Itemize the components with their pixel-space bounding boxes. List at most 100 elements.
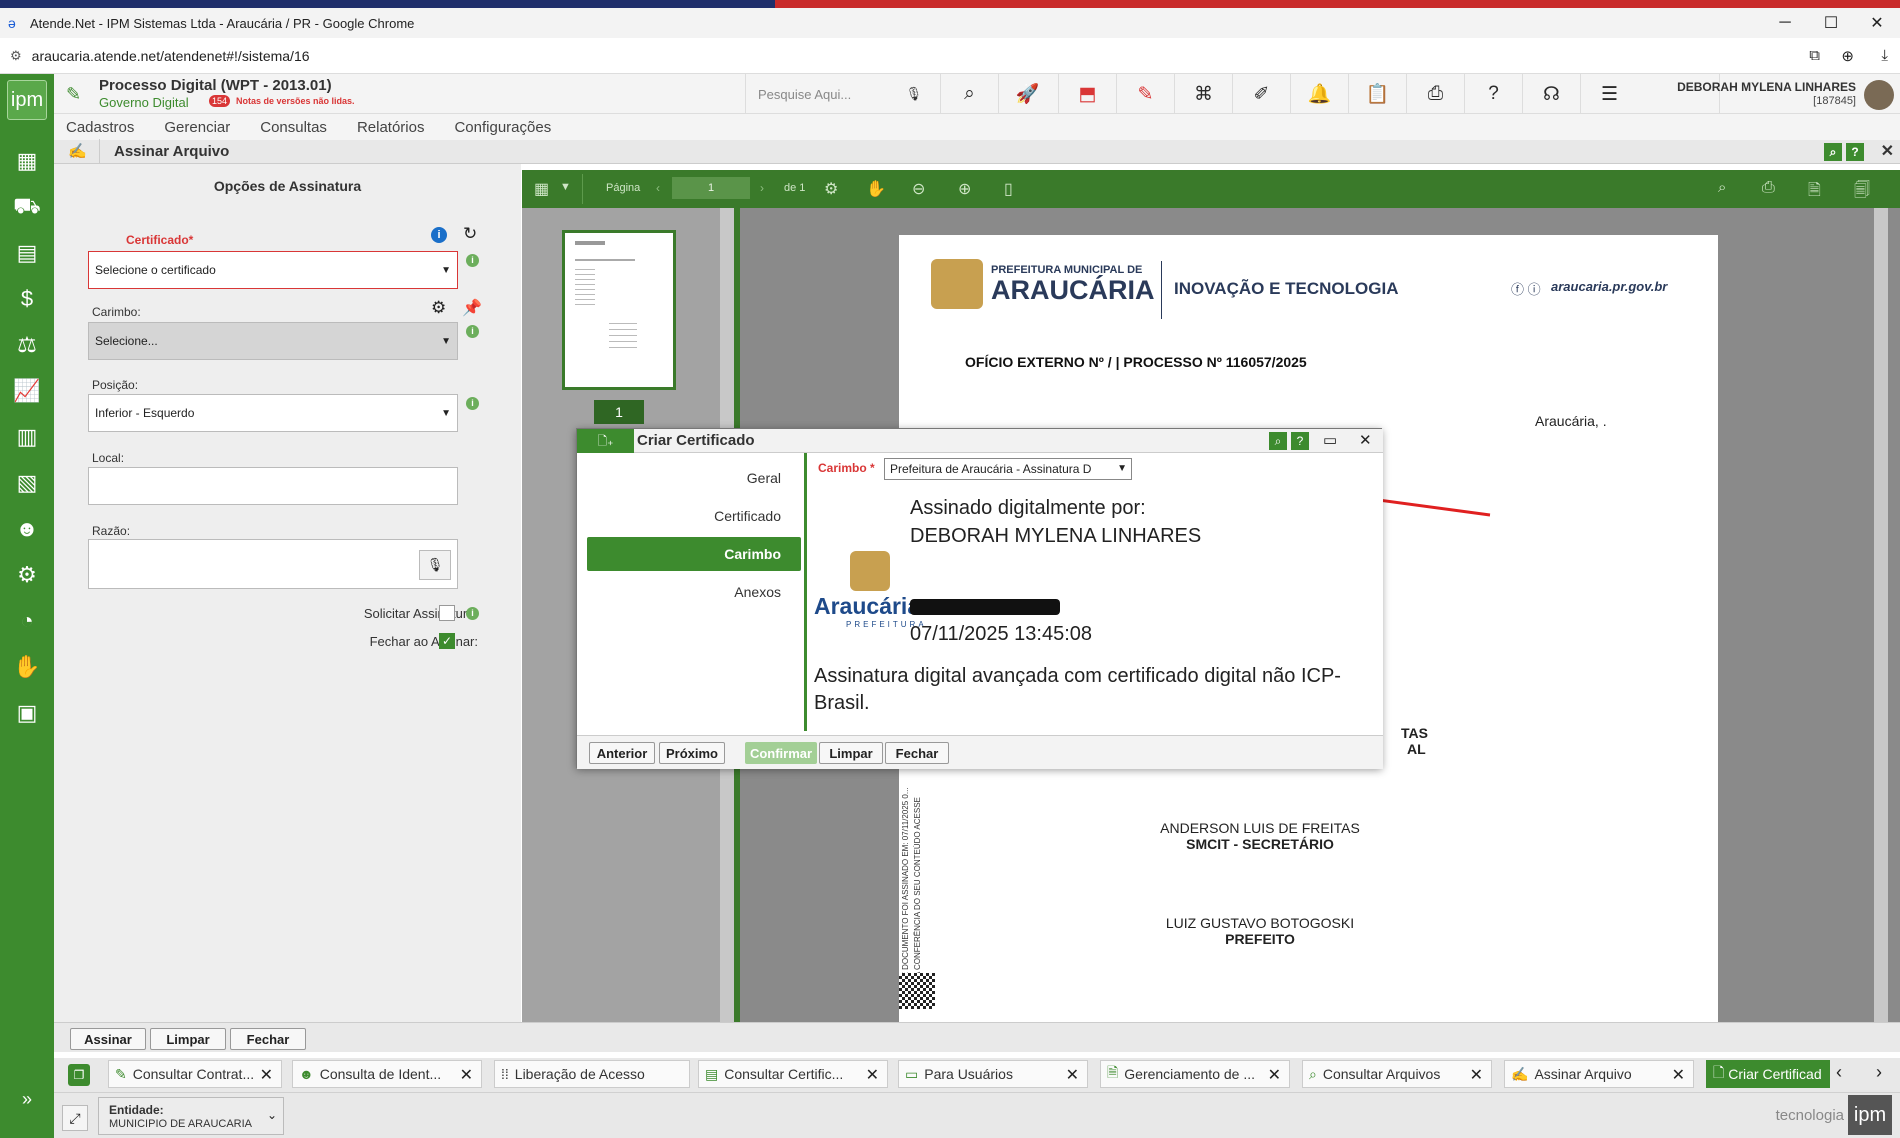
page-number-input[interactable]: 1: [672, 177, 750, 199]
fechar-bottom-button[interactable]: Fechar: [230, 1028, 306, 1050]
printer-icon[interactable]: ⎙: [1406, 74, 1464, 114]
fechar-button[interactable]: Fechar: [885, 742, 949, 764]
chart-icon[interactable]: 📈: [12, 376, 42, 406]
solicitar-checkbox[interactable]: [439, 605, 455, 621]
hand-icon[interactable]: ✋: [12, 652, 42, 682]
search-icon[interactable]: ⌕: [940, 74, 998, 114]
notes-badge[interactable]: 154: [209, 95, 231, 107]
tab-consultar-arquivos[interactable]: ⌕ Consultar Arquivos ✕: [1302, 1060, 1492, 1088]
menu-gerenciar[interactable]: Gerenciar: [164, 119, 230, 136]
zoom-in-icon[interactable]: ⊕: [958, 179, 971, 199]
dialog-search-icon[interactable]: ⌕: [1269, 432, 1287, 450]
page-thumbnail[interactable]: [562, 230, 676, 390]
pdf-sign-icon[interactable]: ✎: [1116, 74, 1174, 114]
local-input[interactable]: [88, 467, 458, 505]
anterior-button[interactable]: Anterior: [589, 742, 655, 764]
razao-mic-icon[interactable]: 🎙: [419, 550, 451, 580]
fullscreen-icon[interactable]: ⤢: [62, 1105, 88, 1131]
close-icon[interactable]: ✕: [1066, 1065, 1079, 1085]
install-app-icon[interactable]: ⧉: [1809, 47, 1820, 64]
help-icon[interactable]: ?: [1464, 74, 1522, 114]
certificado-info-icon[interactable]: i: [431, 227, 447, 243]
dialog-maximize-icon[interactable]: ▭: [1323, 431, 1337, 449]
headset-icon[interactable]: ☊: [1522, 74, 1580, 114]
nav-anexos[interactable]: Anexos: [587, 575, 801, 609]
nav-carimbo[interactable]: Carimbo: [587, 537, 801, 571]
clipboard-icon[interactable]: 📋: [1348, 74, 1406, 114]
page-help-icon[interactable]: ?: [1846, 143, 1864, 161]
close-icon[interactable]: ✕: [866, 1065, 879, 1085]
carimbo-gear-icon[interactable]: ⚙: [431, 298, 446, 318]
tabs-overview-icon[interactable]: ❐: [68, 1064, 90, 1086]
close-icon[interactable]: ✕: [260, 1065, 273, 1085]
maximize-button[interactable]: ☐: [1808, 8, 1854, 38]
posicao-select[interactable]: Inferior - Esquerdo ▼: [88, 394, 458, 432]
menu-consultas[interactable]: Consultas: [260, 119, 327, 136]
fit-page-icon[interactable]: ▯: [1004, 179, 1013, 199]
minimize-button[interactable]: ─: [1762, 8, 1808, 38]
solicitar-hint-icon[interactable]: i: [466, 607, 479, 620]
viewer-doc-search-icon[interactable]: 🗎: [1808, 179, 1821, 206]
viewer-search-icon[interactable]: ⌕: [1718, 179, 1726, 196]
table-calc-icon[interactable]: ▧: [12, 468, 42, 498]
close-icon[interactable]: ✕: [1672, 1065, 1685, 1085]
tab-para-usuarios[interactable]: ▭ Para Usuários ✕: [898, 1060, 1088, 1088]
calculator-icon[interactable]: ▦: [12, 146, 42, 176]
hand-tool-icon[interactable]: ✋: [866, 179, 886, 199]
tab-assinar-arquivo[interactable]: ✍ Assinar Arquivo ✕: [1504, 1060, 1694, 1088]
viewer-print-icon[interactable]: ⎙: [1762, 179, 1775, 197]
menu-configuracoes[interactable]: Configurações: [454, 119, 551, 136]
url-field[interactable]: araucaria.atende.net/atendenet#!/sistema…: [32, 48, 310, 64]
truck-icon[interactable]: ⛟: [12, 192, 42, 222]
zoom-out-icon[interactable]: ⊖: [912, 179, 925, 199]
close-window-button[interactable]: ✕: [1854, 8, 1900, 38]
zoom-icon[interactable]: ⊕: [1841, 47, 1854, 65]
hamburger-menu-icon[interactable]: ☰: [1580, 74, 1638, 114]
tab-consultar-contrat[interactable]: ✎ Consultar Contrat... ✕: [108, 1060, 282, 1088]
assinar-button[interactable]: Assinar: [70, 1028, 146, 1050]
pdf-add-icon[interactable]: ⬒: [1058, 74, 1116, 114]
tab-consultar-certific[interactable]: ▤ Consultar Certific... ✕: [698, 1060, 888, 1088]
avatar[interactable]: [1864, 80, 1894, 110]
sitemap-icon[interactable]: ⌘: [1174, 74, 1232, 114]
user-gear-icon[interactable]: ☻: [12, 514, 42, 544]
limpar-button[interactable]: Limpar: [819, 742, 883, 764]
entity-selector[interactable]: Entidade: MUNICIPIO DE ARAUCARIA ⌄: [98, 1097, 284, 1135]
next-page-icon[interactable]: ›: [760, 181, 764, 195]
expand-sidebar-icon[interactable]: »: [12, 1084, 42, 1114]
posicao-hint-icon[interactable]: i: [466, 397, 479, 410]
nav-geral[interactable]: Geral: [587, 461, 801, 495]
dialog-close-icon[interactable]: ✕: [1359, 431, 1372, 449]
tab-liberacao-acesso[interactable]: ⁞⁞ Liberação de Acesso: [494, 1060, 690, 1088]
search-input[interactable]: Pesquise Aqui... 🎙: [745, 74, 930, 114]
viewer-scrollbar[interactable]: [1874, 208, 1888, 1022]
carimbo-select[interactable]: Selecione... ▼: [88, 322, 458, 360]
prev-page-icon[interactable]: ‹: [656, 181, 660, 195]
pin-icon[interactable]: 📌: [462, 298, 482, 318]
scale-icon[interactable]: ⚖: [12, 330, 42, 360]
viewer-doc-icon[interactable]: 🗐: [1854, 179, 1870, 206]
chevron-down-icon[interactable]: ▼: [560, 181, 571, 193]
page-search-icon[interactable]: ⌕: [1824, 143, 1842, 161]
microphone-icon[interactable]: 🎙: [905, 86, 922, 102]
close-icon[interactable]: ✕: [1268, 1065, 1281, 1085]
site-settings-icon[interactable]: ⚙: [10, 48, 22, 64]
limpar-bottom-button[interactable]: Limpar: [150, 1028, 226, 1050]
carimbo-hint-icon[interactable]: i: [466, 325, 479, 338]
edit-search-icon[interactable]: ✐: [1232, 74, 1290, 114]
settings-icon[interactable]: ⚙: [824, 179, 838, 199]
bell-icon[interactable]: 🔔: [1290, 74, 1348, 114]
refresh-icon[interactable]: ↻: [463, 224, 477, 244]
money-hand-icon[interactable]: $: [12, 284, 42, 314]
page-close-icon[interactable]: ✕: [1881, 141, 1894, 161]
thumbnails-icon[interactable]: ▦: [534, 179, 549, 199]
certificado-hint-icon[interactable]: i: [466, 254, 479, 267]
tabs-prev-icon[interactable]: ‹: [1836, 1062, 1842, 1083]
menu-cadastros[interactable]: Cadastros: [66, 119, 134, 136]
tab-consulta-ident[interactable]: ☻ Consulta de Ident... ✕: [292, 1060, 482, 1088]
menu-relatorios[interactable]: Relatórios: [357, 119, 425, 136]
confirmar-button[interactable]: Confirmar: [745, 742, 817, 764]
id-badge-icon[interactable]: ▤: [12, 238, 42, 268]
nav-certificado[interactable]: Certificado: [587, 499, 801, 533]
close-icon[interactable]: ✕: [460, 1065, 473, 1085]
